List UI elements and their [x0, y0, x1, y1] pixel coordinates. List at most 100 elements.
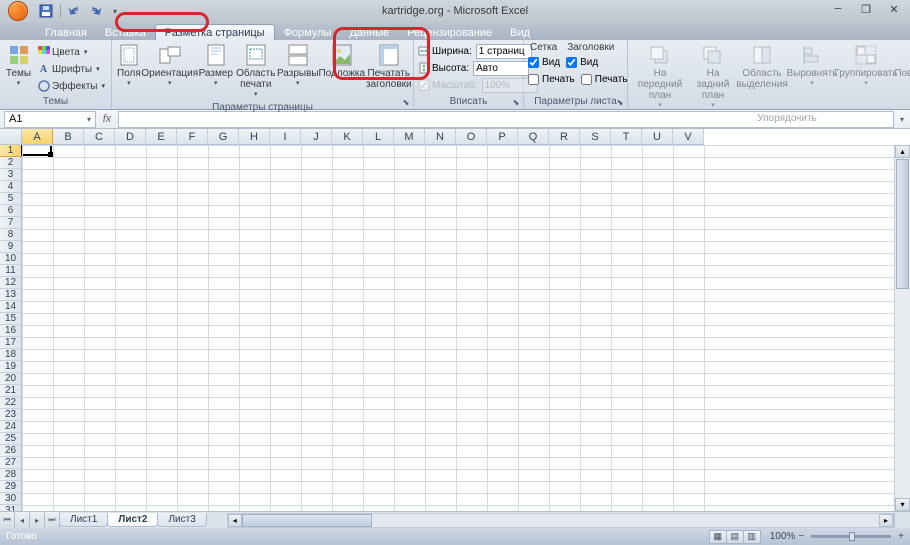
column-header[interactable]: E: [146, 129, 177, 145]
ribbon-tab[interactable]: Главная: [36, 25, 96, 41]
row-header[interactable]: 27: [0, 457, 22, 469]
sheet-tab[interactable]: Лист2: [107, 513, 158, 527]
fit-height-input[interactable]: [473, 61, 529, 76]
column-header[interactable]: C: [84, 129, 115, 145]
gridlines-view-checkbox[interactable]: Вид: [528, 54, 560, 70]
row-header[interactable]: 25: [0, 433, 22, 445]
ribbon-tab[interactable]: Формулы: [275, 25, 341, 41]
ribbon-tab[interactable]: Данные: [340, 25, 398, 41]
column-header[interactable]: L: [363, 129, 394, 145]
column-header[interactable]: J: [301, 129, 332, 145]
restore-button[interactable]: ❐: [854, 2, 878, 18]
sheet-tab[interactable]: Лист3: [157, 513, 206, 527]
row-header[interactable]: 5: [0, 193, 22, 205]
dialog-launcher-icon[interactable]: ⬊: [615, 97, 625, 107]
headings-print-checkbox[interactable]: Печать: [581, 71, 628, 87]
page-break-view-button[interactable]: ▥: [743, 530, 761, 544]
theme-effects-button[interactable]: Эффекты ▾: [35, 78, 107, 94]
dialog-launcher-icon[interactable]: ⬊: [401, 97, 411, 107]
name-box[interactable]: A1▾: [4, 111, 96, 128]
select-all-corner[interactable]: [0, 129, 22, 145]
column-header[interactable]: N: [425, 129, 456, 145]
row-header[interactable]: 1: [0, 145, 22, 157]
minimize-button[interactable]: ─: [826, 2, 850, 18]
margins-button[interactable]: Поля▾: [116, 42, 142, 90]
save-icon[interactable]: [38, 3, 54, 19]
row-header[interactable]: 31: [0, 505, 22, 511]
scroll-left-button[interactable]: ◂: [228, 514, 242, 527]
close-button[interactable]: ✕: [882, 2, 906, 18]
column-header[interactable]: A: [22, 129, 53, 145]
redo-icon[interactable]: [87, 3, 103, 19]
tab-nav-first[interactable]: ⏮: [0, 512, 15, 528]
column-header[interactable]: S: [580, 129, 611, 145]
page-layout-view-button[interactable]: ▤: [726, 530, 744, 544]
ribbon-tab[interactable]: Вставка: [96, 25, 155, 41]
headings-view-checkbox[interactable]: Вид: [566, 54, 598, 70]
column-header[interactable]: M: [394, 129, 425, 145]
row-header[interactable]: 7: [0, 217, 22, 229]
theme-colors-button[interactable]: Цвета ▾: [35, 44, 107, 60]
column-header[interactable]: V: [673, 129, 704, 145]
row-header[interactable]: 20: [0, 373, 22, 385]
row-header[interactable]: 3: [0, 169, 22, 181]
row-header[interactable]: 15: [0, 313, 22, 325]
scroll-down-button[interactable]: ▾: [895, 498, 910, 511]
scroll-up-button[interactable]: ▴: [895, 145, 910, 158]
column-header[interactable]: I: [270, 129, 301, 145]
vertical-scrollbar[interactable]: ▴ ▾: [894, 145, 910, 511]
column-header[interactable]: O: [456, 129, 487, 145]
breaks-button[interactable]: Разрывы▾: [278, 42, 318, 90]
row-header[interactable]: 13: [0, 289, 22, 301]
ribbon-tab[interactable]: Рецензирование: [398, 25, 501, 41]
row-header[interactable]: 18: [0, 349, 22, 361]
row-header[interactable]: 4: [0, 181, 22, 193]
column-header[interactable]: K: [332, 129, 363, 145]
active-cell[interactable]: [21, 145, 52, 156]
hscroll-thumb[interactable]: [242, 514, 372, 527]
zoom-out-button[interactable]: −: [798, 531, 804, 542]
column-header[interactable]: P: [487, 129, 518, 145]
qat-customize-icon[interactable]: ▾: [107, 3, 123, 19]
column-header[interactable]: Q: [518, 129, 549, 145]
row-header[interactable]: 19: [0, 361, 22, 373]
row-header[interactable]: 29: [0, 481, 22, 493]
zoom-in-button[interactable]: +: [898, 531, 904, 542]
row-header[interactable]: 28: [0, 469, 22, 481]
orientation-button[interactable]: Ориентация▾: [144, 42, 196, 90]
themes-button[interactable]: Темы▾: [4, 42, 33, 90]
normal-view-button[interactable]: ▦: [709, 530, 727, 544]
dialog-launcher-icon[interactable]: ⬊: [511, 97, 521, 107]
row-header[interactable]: 24: [0, 421, 22, 433]
row-header[interactable]: 12: [0, 277, 22, 289]
cell-grid[interactable]: [22, 145, 894, 511]
row-header[interactable]: 14: [0, 301, 22, 313]
column-header[interactable]: G: [208, 129, 239, 145]
row-header[interactable]: 21: [0, 385, 22, 397]
ribbon-tab[interactable]: Вид: [501, 25, 539, 41]
undo-icon[interactable]: [67, 3, 83, 19]
row-header[interactable]: 11: [0, 265, 22, 277]
row-header[interactable]: 23: [0, 409, 22, 421]
row-header[interactable]: 17: [0, 337, 22, 349]
row-header[interactable]: 9: [0, 241, 22, 253]
background-button[interactable]: Подложка: [320, 42, 364, 81]
horizontal-scrollbar[interactable]: ◂ ▸: [227, 513, 894, 528]
size-button[interactable]: Размер▾: [198, 42, 234, 90]
column-header[interactable]: H: [239, 129, 270, 145]
row-header[interactable]: 2: [0, 157, 22, 169]
sheet-tab[interactable]: Лист1: [59, 513, 108, 527]
tab-nav-last[interactable]: ⏭: [45, 512, 60, 528]
tab-nav-next[interactable]: ▸: [30, 512, 45, 528]
column-header[interactable]: D: [115, 129, 146, 145]
gridlines-print-checkbox[interactable]: Печать: [528, 71, 575, 87]
row-header[interactable]: 6: [0, 205, 22, 217]
office-button[interactable]: [4, 0, 32, 22]
row-header[interactable]: 8: [0, 229, 22, 241]
print-titles-button[interactable]: Печатать заголовки: [366, 42, 412, 92]
row-header[interactable]: 10: [0, 253, 22, 265]
row-header[interactable]: 16: [0, 325, 22, 337]
column-header[interactable]: T: [611, 129, 642, 145]
scroll-right-button[interactable]: ▸: [879, 514, 893, 527]
tab-nav-prev[interactable]: ◂: [15, 512, 30, 528]
